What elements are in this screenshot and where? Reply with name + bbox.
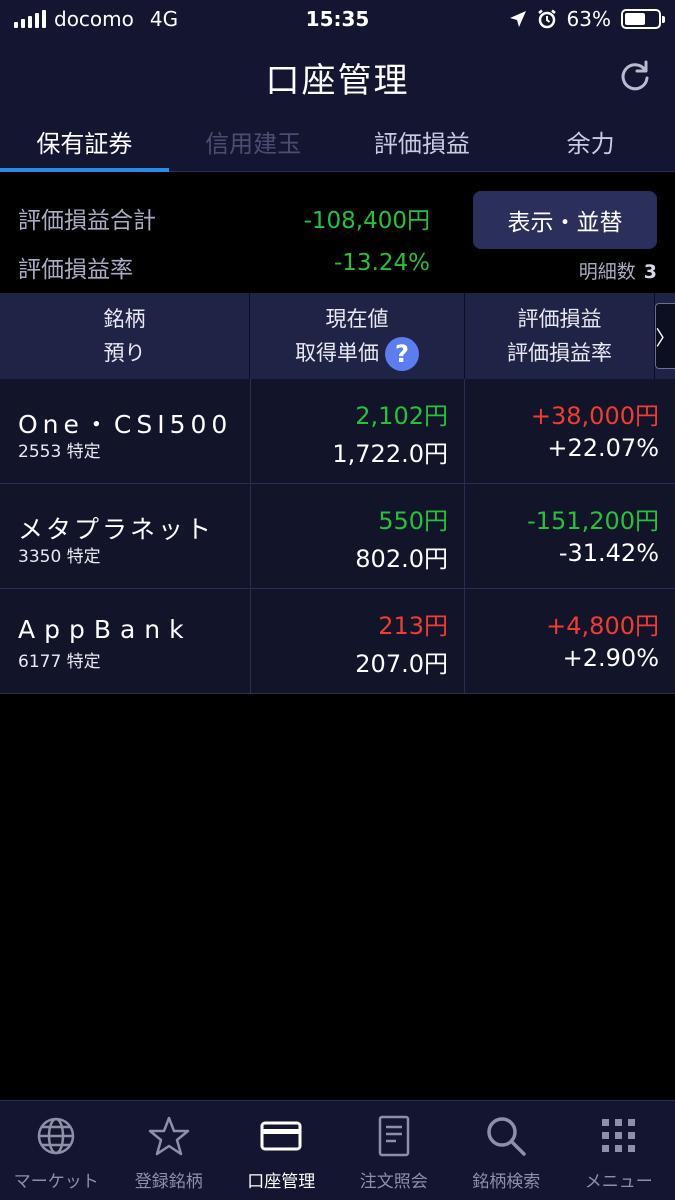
stock-cell: AppBank 6177 特定 bbox=[0, 589, 251, 693]
stock-name: AppBank bbox=[18, 615, 193, 644]
pl-amount: +38,000円 bbox=[530, 402, 659, 430]
bottom-nav: マーケット 登録銘柄 口座管理 注文照会 銘柄検索 メニュー bbox=[0, 1100, 675, 1200]
search-icon bbox=[487, 1117, 526, 1156]
pl-rate: +22.07% bbox=[547, 434, 659, 462]
total-pl-row: 評価損益合計 -108,400円 bbox=[18, 201, 430, 235]
tab-buying-power[interactable]: 余力 bbox=[506, 116, 675, 171]
total-pl-value: -108,400円 bbox=[303, 208, 430, 234]
column-header-cost: 取得単価? bbox=[295, 336, 419, 371]
help-icon[interactable]: ? bbox=[385, 336, 419, 371]
column-header-stock-name: 銘柄 bbox=[103, 307, 146, 331]
tab-holdings[interactable]: 保有証券 bbox=[0, 116, 169, 172]
pl-rate-row: 評価損益率 -13.24% bbox=[18, 250, 430, 284]
grid-menu-icon bbox=[601, 1119, 635, 1152]
stock-code: 3350 特定 bbox=[18, 547, 101, 567]
nav-orders[interactable]: 注文照会 bbox=[338, 1101, 451, 1200]
document-icon bbox=[378, 1115, 409, 1157]
pl-cell: -151,200円 -31.42% bbox=[465, 484, 675, 588]
column-header-pl: 評価損益 評価損益率 bbox=[465, 293, 655, 379]
table-header: 銘柄 預り 現在値 取得単価? 評価損益 評価損益率 〉 bbox=[0, 293, 675, 379]
card-icon bbox=[260, 1121, 302, 1151]
pl-rate: -31.42% bbox=[558, 539, 659, 567]
current-price: 550円 bbox=[378, 507, 448, 535]
nav-account-label: 口座管理 bbox=[247, 1172, 316, 1192]
display-sort-button[interactable]: 表示・並替 bbox=[473, 191, 657, 249]
column-header-current-price: 現在値 bbox=[325, 306, 389, 331]
pl-rate: +2.90% bbox=[562, 644, 659, 672]
pl-cell: +4,800円 +2.90% bbox=[465, 589, 675, 693]
acquisition-cost: 1,722.0円 bbox=[332, 440, 448, 468]
battery-percent: 63% bbox=[566, 7, 611, 31]
pl-amount: -151,200円 bbox=[527, 507, 659, 535]
column-header-price: 現在値 取得単価? bbox=[250, 293, 465, 379]
item-count-value: 3 bbox=[643, 261, 657, 283]
column-header-pl-amount: 評価損益 bbox=[517, 307, 602, 331]
nav-orders-label: 注文照会 bbox=[359, 1172, 428, 1192]
nav-search[interactable]: 銘柄検索 bbox=[450, 1101, 563, 1200]
table-row[interactable]: AppBank 6177 特定 213円 207.0円 +4,800円 +2.9… bbox=[0, 589, 675, 694]
holdings-list: One・CSI500 2553 特定 2,102円 1,722.0円 +38,0… bbox=[0, 379, 675, 694]
item-count: 明細数 3 bbox=[579, 257, 657, 284]
stock-cell: One・CSI500 2553 特定 bbox=[0, 379, 251, 483]
star-icon bbox=[148, 1116, 189, 1156]
tab-bar: 保有証券 信用建玉 評価損益 余力 bbox=[0, 116, 675, 172]
current-price: 2,102円 bbox=[355, 402, 448, 430]
pl-rate-label: 評価損益率 bbox=[18, 257, 133, 283]
column-header-stock: 銘柄 預り bbox=[0, 293, 250, 379]
alarm-icon bbox=[537, 9, 556, 29]
page-title: 口座管理 bbox=[265, 60, 410, 101]
carrier-label: docomo bbox=[54, 7, 134, 31]
scroll-right-icon[interactable]: 〉 bbox=[655, 303, 675, 369]
pl-rate-value: -13.24% bbox=[334, 250, 430, 276]
battery-icon bbox=[621, 9, 665, 29]
table-row[interactable]: メタプラネット 3350 特定 550円 802.0円 -151,200円 -3… bbox=[0, 484, 675, 589]
column-header-cost-label: 取得単価 bbox=[295, 340, 379, 365]
nav-watchlist[interactable]: 登録銘柄 bbox=[113, 1101, 226, 1200]
tab-margin-positions: 信用建玉 bbox=[205, 130, 302, 158]
price-cell: 213円 207.0円 bbox=[251, 589, 465, 693]
location-arrow-icon bbox=[509, 11, 526, 27]
nav-account[interactable]: 口座管理 bbox=[225, 1101, 338, 1200]
column-header-custody: 預り bbox=[103, 341, 146, 365]
stock-cell: メタプラネット 3350 特定 bbox=[0, 484, 251, 588]
summary-panel: 評価損益合計 -108,400円 評価損益率 -13.24% 表示・並替 明細数… bbox=[0, 173, 675, 293]
price-cell: 550円 802.0円 bbox=[251, 484, 465, 588]
refresh-icon[interactable] bbox=[617, 58, 653, 94]
table-row[interactable]: One・CSI500 2553 特定 2,102円 1,722.0円 +38,0… bbox=[0, 379, 675, 484]
network-label: 4G bbox=[149, 7, 179, 31]
price-cell: 2,102円 1,722.0円 bbox=[251, 379, 465, 483]
nav-market-label: マーケット bbox=[13, 1172, 99, 1192]
nav-menu[interactable]: メニュー bbox=[563, 1101, 675, 1200]
signal-icon bbox=[14, 10, 46, 28]
tab-valuation[interactable]: 評価損益 bbox=[338, 116, 507, 171]
status-bar: docomo 4G 15:35 63% bbox=[0, 0, 675, 38]
nav-search-label: 銘柄検索 bbox=[472, 1172, 541, 1192]
nav-market[interactable]: マーケット bbox=[0, 1101, 113, 1200]
nav-menu-label: メニュー bbox=[584, 1172, 653, 1192]
acquisition-cost: 802.0円 bbox=[355, 545, 448, 573]
pl-cell: +38,000円 +22.07% bbox=[465, 379, 675, 483]
item-count-label: 明細数 bbox=[578, 261, 636, 283]
stock-code: 6177 特定 bbox=[18, 652, 101, 672]
stock-name: One・CSI500 bbox=[18, 410, 233, 439]
acquisition-cost: 207.0円 bbox=[355, 650, 448, 678]
total-pl-label: 評価損益合計 bbox=[18, 208, 156, 234]
status-time: 15:35 bbox=[305, 7, 370, 31]
app-header: 口座管理 bbox=[0, 38, 675, 116]
column-header-pl-rate: 評価損益率 bbox=[507, 341, 612, 365]
stock-code: 2553 特定 bbox=[18, 442, 101, 462]
nav-watchlist-label: 登録銘柄 bbox=[134, 1172, 203, 1192]
pl-amount: +4,800円 bbox=[546, 612, 659, 640]
current-price: 213円 bbox=[378, 612, 448, 640]
globe-icon bbox=[38, 1117, 75, 1155]
stock-name: メタプラネット bbox=[18, 515, 215, 544]
